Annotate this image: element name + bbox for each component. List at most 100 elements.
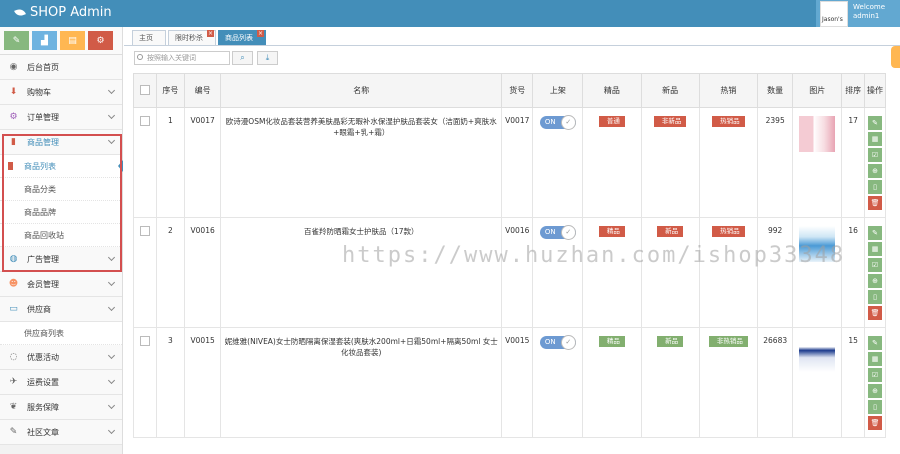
- row-select-cell: [133, 107, 157, 218]
- tab-2[interactable]: 商品列表 ×: [218, 30, 266, 45]
- hot-tag[interactable]: 非热销品: [708, 336, 748, 347]
- check-square-button[interactable]: ☑: [868, 258, 883, 272]
- trash-button[interactable]: 🗑: [868, 416, 883, 430]
- pencil-shortcut-button[interactable]: ✎: [4, 31, 29, 50]
- file-button[interactable]: ▯: [868, 290, 883, 304]
- submenu-item-3-2[interactable]: 商品品牌: [0, 201, 122, 224]
- sort-cell: 16: [841, 217, 866, 328]
- cogs-shortcut-button[interactable]: ⚙: [88, 31, 113, 50]
- plus-circle-button[interactable]: ⊕: [868, 164, 883, 178]
- plus-circle-button[interactable]: ⊕: [868, 384, 883, 398]
- best-tag[interactable]: 精品: [598, 336, 625, 347]
- onsale-toggle[interactable]: ON ✓: [539, 225, 576, 240]
- leaf-icon: [14, 7, 26, 18]
- film-button[interactable]: ▦: [868, 242, 883, 256]
- submenu-item-6-0[interactable]: 供应商列表: [0, 322, 122, 345]
- sidebar-item-label: 运费设置: [27, 377, 59, 387]
- sidebar-item-3[interactable]: ▮ 商品管理: [0, 130, 122, 155]
- sidebar-item-5[interactable]: ☻ 会员管理: [0, 272, 122, 297]
- column-header: 货号: [501, 73, 534, 108]
- row-checkbox[interactable]: [139, 116, 150, 126]
- search-input[interactable]: 按照输入关键词: [134, 51, 230, 65]
- image-cell: [792, 217, 843, 328]
- row-actions: ✎ ▦ ☑ ⊕ ▯ 🗑: [865, 336, 885, 430]
- plus-circle-button[interactable]: ⊕: [868, 274, 883, 288]
- table-row: 3 V0015 妮维雅(NIVEA)女士防晒隔离保湿套装(爽肤水200ml+日霜50…: [133, 327, 886, 438]
- actions-cell: ✎ ▦ ☑ ⊕ ▯ 🗑: [864, 217, 886, 328]
- code-cell: V0017: [183, 107, 222, 218]
- sidebar-item-label: 购物车: [27, 87, 51, 97]
- edit-button[interactable]: ✎: [868, 226, 883, 240]
- check-square-button[interactable]: ☑: [868, 148, 883, 162]
- tab-1[interactable]: 限时秒杀 ×: [168, 30, 216, 45]
- tab-0[interactable]: 主页: [132, 30, 166, 45]
- film-button[interactable]: ▦: [868, 132, 883, 146]
- brand-logo[interactable]: SHOP Admin: [14, 5, 112, 20]
- onsale-toggle[interactable]: ON ✓: [539, 335, 576, 350]
- search-button[interactable]: ⌕: [232, 51, 253, 65]
- best-tag[interactable]: 精品: [598, 226, 625, 237]
- column-header: 名称: [220, 73, 503, 108]
- new-tag[interactable]: 新品: [657, 336, 684, 347]
- tab-label: 限时秒杀: [175, 34, 203, 42]
- sidebar-item-4[interactable]: ◍ 广告管理: [0, 247, 122, 272]
- sidebar-item-10[interactable]: ✎ 社区文章: [0, 420, 122, 445]
- sku-cell: V0015: [501, 327, 534, 438]
- bookmark-icon: ▮: [11, 137, 16, 147]
- chevron-down-icon: [107, 111, 116, 120]
- sidebar-item-label: 后台首页: [27, 62, 59, 72]
- export-button[interactable]: ⤓: [257, 51, 278, 65]
- submenu-item-3-3[interactable]: 商品回收站: [0, 224, 122, 247]
- sidebar: ✎ ▟ ▤ ⚙ ◉ 后台首页 ⬇ 购物车 ⚙ 订单管理 ▮ 商品管理 商品列表 商品分类 商品品牌 商品回收…: [0, 27, 123, 454]
- sidebar-item-6[interactable]: ▭ 供应商: [0, 297, 122, 322]
- sidebar-item-8[interactable]: ✈ 运费设置: [0, 370, 122, 395]
- edit-button[interactable]: ✎: [868, 116, 883, 130]
- film-button[interactable]: ▦: [868, 352, 883, 366]
- user-menu[interactable]: Jason's Welcome admin1: [816, 0, 900, 27]
- new-tag[interactable]: 新品: [657, 226, 684, 237]
- submenu-item-3-0[interactable]: 商品列表: [0, 155, 123, 178]
- edit-button[interactable]: ✎: [868, 336, 883, 350]
- edit-icon: ✎: [872, 119, 878, 127]
- pencil-icon: ✎: [12, 35, 21, 46]
- row-checkbox[interactable]: [139, 226, 150, 236]
- sidebar-item-label: 社区文章: [27, 427, 59, 437]
- best-cell: 普通: [582, 107, 642, 218]
- close-icon[interactable]: ×: [257, 30, 264, 37]
- onsale-toggle[interactable]: ON ✓: [539, 115, 576, 130]
- settings-toggle[interactable]: [891, 46, 900, 68]
- submenu-item-3-1[interactable]: 商品分类: [0, 178, 122, 201]
- trash-button[interactable]: 🗑: [868, 196, 883, 210]
- book-shortcut-button[interactable]: ▤: [60, 31, 85, 50]
- hot-tag[interactable]: 热销品: [712, 226, 745, 237]
- sidebar-item-1[interactable]: ⬇ 购物车: [0, 80, 122, 105]
- select-all-checkbox[interactable]: [139, 84, 150, 95]
- sidebar-item-7[interactable]: ◌ 优惠活动: [0, 345, 122, 370]
- actions-cell: ✎ ▦ ☑ ⊕ ▯ 🗑: [864, 327, 886, 438]
- row-checkbox[interactable]: [139, 336, 150, 346]
- chart-shortcut-button[interactable]: ▟: [32, 31, 57, 50]
- new-tag[interactable]: 非新品: [653, 116, 687, 127]
- column-header: [133, 73, 157, 108]
- new-cell: 非新品: [640, 107, 700, 218]
- best-tag[interactable]: 普通: [598, 116, 625, 127]
- sidebar-item-2[interactable]: ⚙ 订单管理: [0, 105, 122, 130]
- sidebar-item-9[interactable]: ❦ 服务保障: [0, 395, 122, 420]
- column-header: 新品: [640, 73, 700, 108]
- sidebar-item-0[interactable]: ◉ 后台首页: [0, 55, 122, 80]
- new-cell: 新品: [640, 217, 700, 328]
- close-icon[interactable]: ×: [207, 30, 214, 37]
- file-button[interactable]: ▯: [868, 180, 883, 194]
- product-table: 序号 编号 名称 货号 上架 精品 新品 热销 数量 图片 排序 操作 1 V0017 欧诗漫OSM化妆品…: [133, 73, 886, 438]
- check-icon: ✓: [560, 225, 576, 240]
- film-icon: ▦: [871, 245, 879, 253]
- chevron-down-icon: [107, 376, 116, 385]
- trash-button[interactable]: 🗑: [868, 306, 883, 320]
- sidebar-item-label: 供应商: [27, 304, 51, 314]
- seq-cell: 3: [155, 327, 185, 438]
- name-cell: 妮维雅(NIVEA)女士防晒隔离保湿套装(爽肤水200ml+日霜50ml+隔离5…: [220, 327, 503, 438]
- hot-tag[interactable]: 热销品: [712, 116, 745, 127]
- check-square-button[interactable]: ☑: [868, 368, 883, 382]
- file-button[interactable]: ▯: [868, 400, 883, 414]
- check-icon: ✓: [560, 115, 576, 130]
